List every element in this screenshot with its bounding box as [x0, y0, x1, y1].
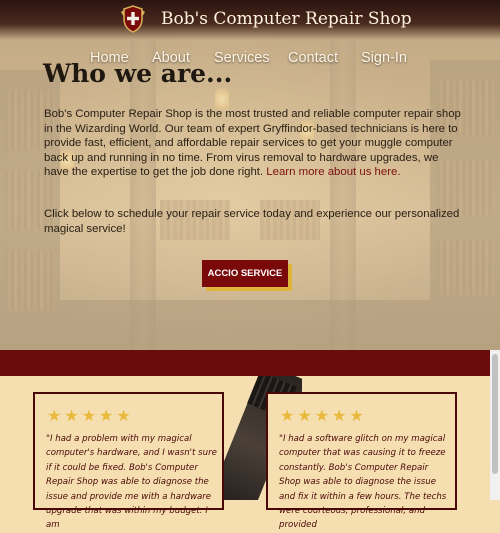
review-text: "I had a software glitch on my magical c… [279, 434, 447, 531]
review-card: ★★★★★ "I had a software glitch on my mag… [266, 392, 457, 530]
nav-sign-in[interactable]: Sign-In [361, 50, 407, 66]
page-title: Who we are... [43, 59, 233, 88]
section-divider-band [0, 350, 490, 376]
review-card: ★★★★★ "I had a problem with my magical c… [33, 392, 224, 530]
scrollbar[interactable] [490, 350, 500, 500]
gryffindor-crest-icon[interactable] [118, 4, 148, 34]
about-paragraph: Bob's Computer Repair Shop is the most t… [44, 107, 462, 180]
review-text: "I had a problem with my magical compute… [46, 434, 217, 531]
star-rating: ★★★★★ [47, 408, 134, 425]
learn-more-link[interactable]: Learn more about us here. [266, 166, 400, 178]
star-rating: ★★★★★ [280, 408, 367, 425]
scrollbar-thumb[interactable] [492, 354, 498, 474]
cta-text: Click below to schedule your repair serv… [44, 208, 460, 235]
accio-service-button[interactable]: ACCIO SERVICE [202, 260, 288, 287]
site-title: Bob's Computer Repair Shop [161, 9, 412, 29]
nav-contact[interactable]: Contact [288, 50, 338, 66]
